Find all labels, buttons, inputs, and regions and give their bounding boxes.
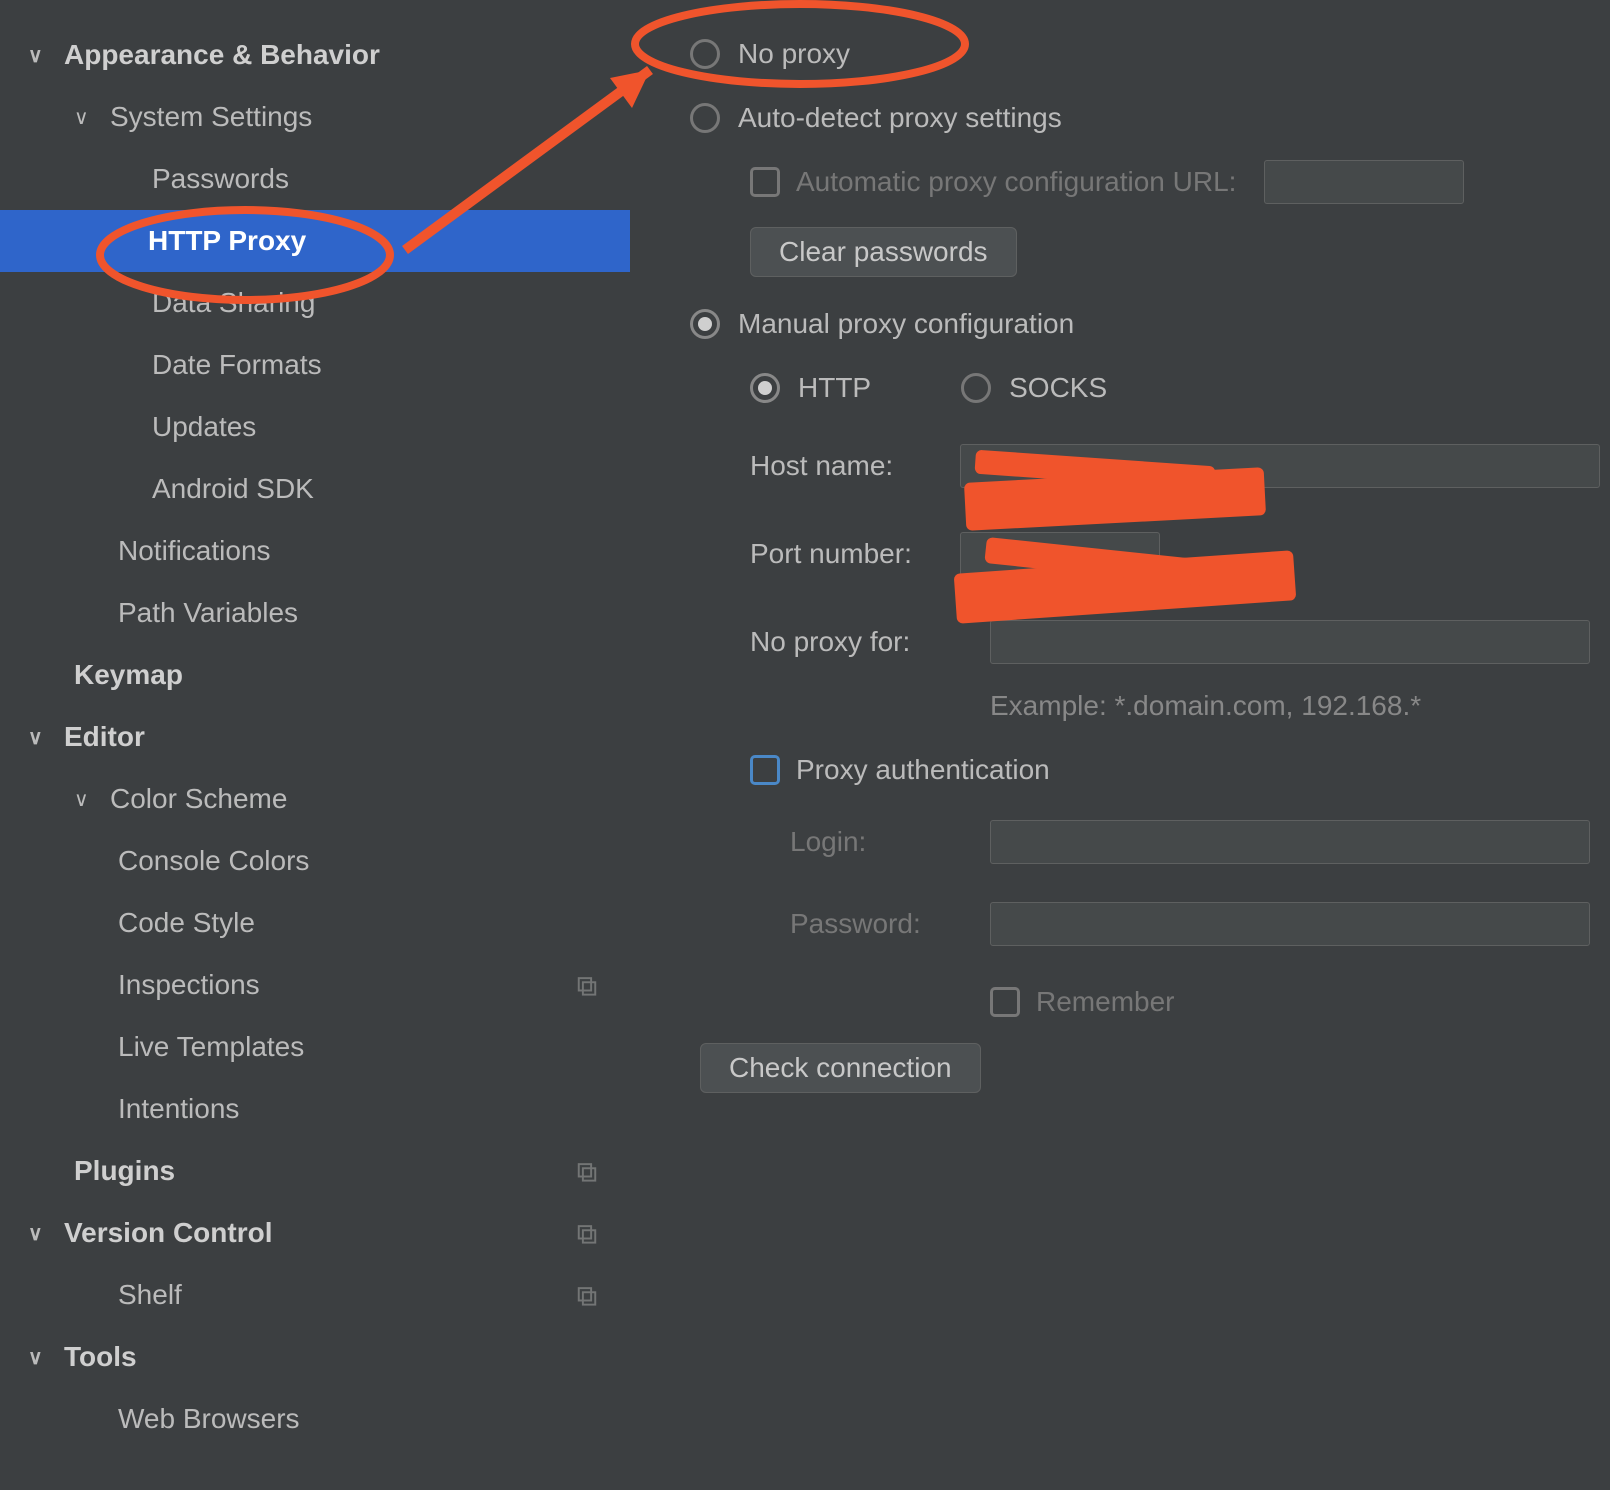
sidebar-item-passwords[interactable]: Passwords bbox=[0, 148, 630, 210]
auto-detect-radio[interactable] bbox=[690, 103, 720, 133]
button-label: Clear passwords bbox=[779, 236, 988, 268]
no-proxy-radio[interactable] bbox=[690, 39, 720, 69]
sidebar-item-label: HTTP Proxy bbox=[148, 225, 306, 257]
per-project-icon bbox=[576, 1284, 598, 1306]
sidebar-item-label: Notifications bbox=[118, 535, 271, 567]
sidebar-item-tools[interactable]: ∨ Tools bbox=[0, 1326, 630, 1388]
sidebar-item-label: Date Formats bbox=[152, 349, 322, 381]
chevron-down-icon: ∨ bbox=[28, 725, 56, 750]
http-radio[interactable] bbox=[750, 373, 780, 403]
manual-proxy-radio[interactable] bbox=[690, 309, 720, 339]
sidebar-item-console-colors[interactable]: Console Colors bbox=[0, 830, 630, 892]
sidebar-item-label: Tools bbox=[64, 1341, 137, 1373]
no-proxy-for-label: No proxy for: bbox=[750, 626, 990, 658]
sidebar-item-label: Live Templates bbox=[118, 1031, 304, 1063]
sidebar-item-label: Data Sharing bbox=[152, 287, 315, 319]
auto-detect-label: Auto-detect proxy settings bbox=[738, 102, 1062, 134]
sidebar-item-label: Inspections bbox=[118, 969, 260, 1001]
login-input[interactable] bbox=[990, 820, 1590, 864]
sidebar-item-web-browsers[interactable]: Web Browsers bbox=[0, 1388, 630, 1450]
per-project-icon bbox=[576, 1222, 598, 1244]
chevron-down-icon: ∨ bbox=[74, 105, 102, 130]
sidebar-item-notifications[interactable]: Notifications bbox=[0, 520, 630, 582]
sidebar-item-android-sdk[interactable]: Android SDK bbox=[0, 458, 630, 520]
no-proxy-label: No proxy bbox=[738, 38, 850, 70]
http-label: HTTP bbox=[798, 372, 871, 404]
sidebar-item-data-sharing[interactable]: Data Sharing bbox=[0, 272, 630, 334]
port-label: Port number: bbox=[750, 538, 960, 570]
no-proxy-for-hint: Example: *.domain.com, 192.168.* bbox=[990, 690, 1421, 722]
sidebar-item-label: Shelf bbox=[118, 1279, 182, 1311]
proxy-auth-label: Proxy authentication bbox=[796, 754, 1050, 786]
sidebar-item-code-style[interactable]: Code Style bbox=[0, 892, 630, 954]
socks-label: SOCKS bbox=[1009, 372, 1107, 404]
sidebar-item-label: Android SDK bbox=[152, 473, 314, 505]
auto-config-url-checkbox[interactable] bbox=[750, 167, 780, 197]
auto-config-url-label: Automatic proxy configuration URL: bbox=[796, 166, 1236, 198]
sidebar-item-label: Intentions bbox=[118, 1093, 239, 1125]
sidebar-item-label: Code Style bbox=[118, 907, 255, 939]
sidebar-item-color-scheme[interactable]: ∨ Color Scheme bbox=[0, 768, 630, 830]
sidebar-item-updates[interactable]: Updates bbox=[0, 396, 630, 458]
sidebar-item-label: Path Variables bbox=[118, 597, 298, 629]
sidebar-item-label: Version Control bbox=[64, 1217, 272, 1249]
remember-label: Remember bbox=[1036, 986, 1174, 1018]
sidebar-item-label: Console Colors bbox=[118, 845, 309, 877]
sidebar-item-plugins[interactable]: Plugins bbox=[0, 1140, 630, 1202]
sidebar-item-label: Color Scheme bbox=[110, 783, 287, 815]
sidebar-item-label: System Settings bbox=[110, 101, 312, 133]
password-label: Password: bbox=[790, 908, 990, 940]
proxy-auth-checkbox[interactable] bbox=[750, 755, 780, 785]
button-label: Check connection bbox=[729, 1052, 952, 1084]
sidebar-item-live-templates[interactable]: Live Templates bbox=[0, 1016, 630, 1078]
chevron-down-icon: ∨ bbox=[28, 43, 56, 68]
sidebar-item-path-variables[interactable]: Path Variables bbox=[0, 582, 630, 644]
sidebar-item-intentions[interactable]: Intentions bbox=[0, 1078, 630, 1140]
sidebar-item-label: Web Browsers bbox=[118, 1403, 300, 1435]
per-project-icon bbox=[576, 1160, 598, 1182]
no-proxy-for-input[interactable] bbox=[990, 620, 1590, 664]
sidebar-item-label: Plugins bbox=[74, 1155, 175, 1187]
sidebar-item-label: Keymap bbox=[74, 659, 183, 691]
per-project-icon bbox=[576, 974, 598, 996]
host-label: Host name: bbox=[750, 450, 960, 482]
login-label: Login: bbox=[790, 826, 990, 858]
sidebar-item-label: Updates bbox=[152, 411, 256, 443]
check-connection-button[interactable]: Check connection bbox=[700, 1043, 981, 1093]
sidebar-item-label: Passwords bbox=[152, 163, 289, 195]
sidebar-item-http-proxy[interactable]: HTTP Proxy bbox=[0, 210, 630, 272]
chevron-down-icon: ∨ bbox=[74, 787, 102, 812]
clear-passwords-button[interactable]: Clear passwords bbox=[750, 227, 1017, 277]
http-proxy-panel: No proxy Auto-detect proxy settings Auto… bbox=[630, 0, 1610, 1490]
password-input[interactable] bbox=[990, 902, 1590, 946]
chevron-down-icon: ∨ bbox=[28, 1221, 56, 1246]
socks-radio[interactable] bbox=[961, 373, 991, 403]
sidebar-item-inspections[interactable]: Inspections bbox=[0, 954, 630, 1016]
chevron-down-icon: ∨ bbox=[28, 1345, 56, 1370]
sidebar-item-appearance-behavior[interactable]: ∨ Appearance & Behavior bbox=[0, 24, 630, 86]
manual-proxy-label: Manual proxy configuration bbox=[738, 308, 1074, 340]
sidebar-item-date-formats[interactable]: Date Formats bbox=[0, 334, 630, 396]
sidebar-item-label: Appearance & Behavior bbox=[64, 39, 380, 71]
sidebar-item-label: Editor bbox=[64, 721, 145, 753]
sidebar-item-version-control[interactable]: ∨ Version Control bbox=[0, 1202, 630, 1264]
auto-config-url-input[interactable] bbox=[1264, 160, 1464, 204]
remember-checkbox[interactable] bbox=[990, 987, 1020, 1017]
sidebar-item-system-settings[interactable]: ∨ System Settings bbox=[0, 86, 630, 148]
sidebar-item-editor[interactable]: ∨ Editor bbox=[0, 706, 630, 768]
sidebar-item-shelf[interactable]: Shelf bbox=[0, 1264, 630, 1326]
settings-sidebar: ∨ Appearance & Behavior ∨ System Setting… bbox=[0, 0, 630, 1490]
sidebar-item-keymap[interactable]: Keymap bbox=[0, 644, 630, 706]
